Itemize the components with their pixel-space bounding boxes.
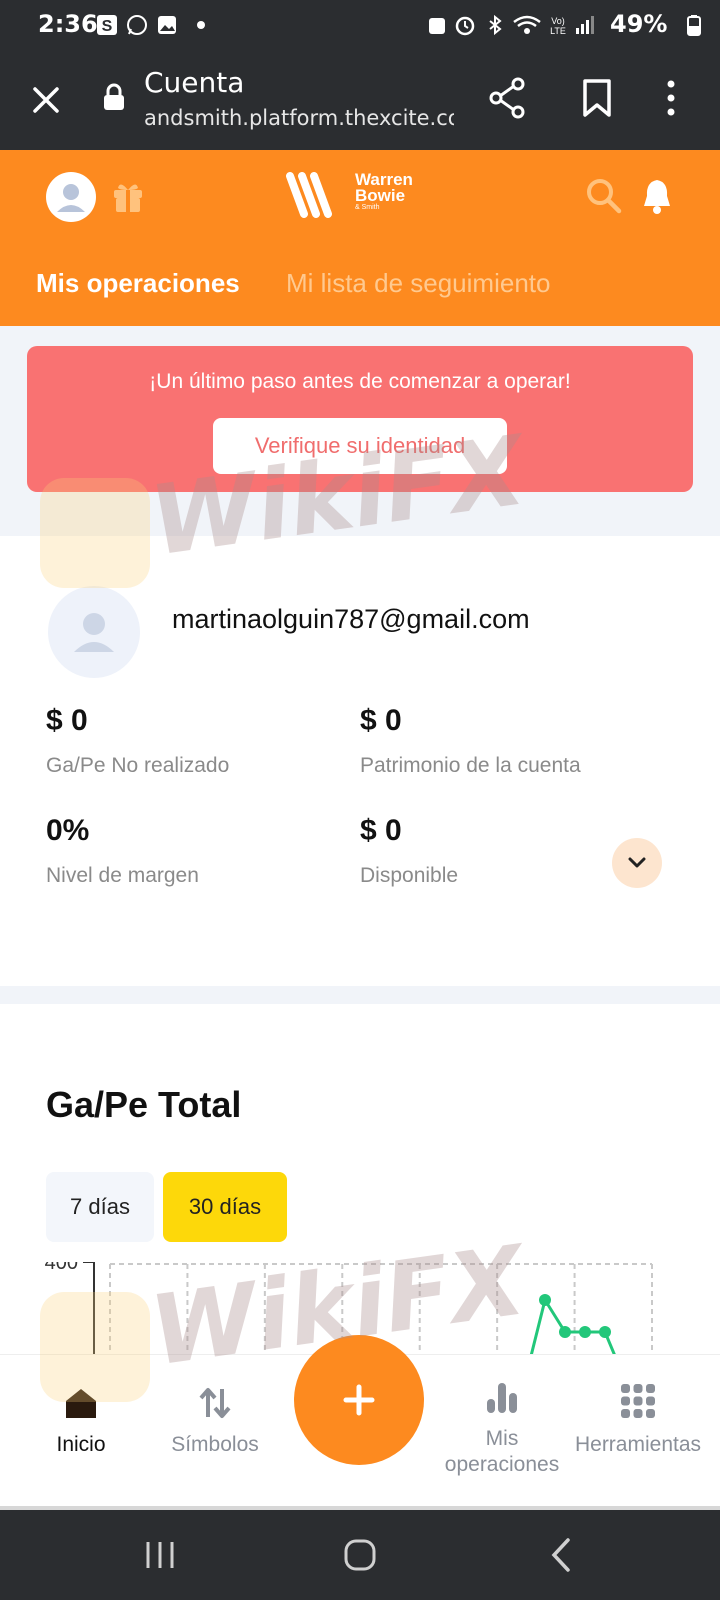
user-icon (74, 613, 114, 652)
search-icon[interactable] (584, 176, 624, 216)
gallery-icon (158, 16, 176, 34)
range-30-days-button[interactable]: 30 días (163, 1172, 287, 1242)
tab-mis-operaciones[interactable]: Mis operaciones (36, 268, 240, 299)
brand-line2: Bowie (355, 186, 406, 205)
section-divider (0, 986, 720, 1004)
svg-text:S: S (102, 18, 113, 35)
notification-bell-icon[interactable] (640, 176, 674, 216)
range-7-days-button[interactable]: 7 días (46, 1172, 154, 1242)
verification-banner: ¡Un último paso antes de comenzar a oper… (27, 346, 693, 492)
share-icon[interactable] (488, 76, 528, 120)
alarm-icon (455, 16, 475, 36)
verify-identity-button[interactable]: Verifique su identidad (213, 418, 507, 474)
volte-icon: Vo)LTE (550, 16, 566, 36)
y-tick-label-400: 400 (45, 1262, 78, 1274)
svg-text:LTE: LTE (550, 26, 566, 36)
recent-apps-icon[interactable] (130, 1530, 190, 1580)
nav-label-inicio: Inicio (56, 1433, 106, 1456)
nav-item-simbolos[interactable]: Símbolos (160, 1355, 270, 1507)
nav-item-herramientas[interactable]: Herramientas (564, 1355, 712, 1507)
svg-text:Vo): Vo) (551, 16, 565, 26)
brand-logo-icon (286, 172, 332, 218)
home-icon (66, 1389, 96, 1418)
browser-toolbar: Cuenta andsmith.platform.thexcite.com (0, 50, 720, 150)
margin-level-label: Nivel de margen (46, 864, 199, 887)
page-title: Cuenta (144, 66, 245, 99)
gift-icon[interactable] (110, 178, 146, 214)
back-icon[interactable] (532, 1530, 592, 1580)
pnl-data-point (539, 1294, 551, 1306)
app-s-icon: S (97, 15, 117, 35)
close-icon[interactable] (28, 82, 64, 118)
pnl-chart-section: Ga/Pe Total 7 días 30 días 400 (0, 1004, 720, 1354)
equity-value: $ 0 (360, 704, 402, 737)
nav-label-mis: Mis (485, 1427, 519, 1450)
nav-item-mis-operaciones[interactable]: Mis operaciones (432, 1355, 572, 1507)
more-options-icon[interactable] (664, 78, 678, 118)
system-navigation-bar (0, 1510, 720, 1600)
pnl-data-point (559, 1326, 571, 1338)
user-icon (57, 184, 85, 212)
available-label: Disponible (360, 864, 459, 887)
banner-message: ¡Un último paso antes de comenzar a oper… (149, 370, 571, 393)
unrealized-pnl-label: Ga/Pe No realizado (46, 754, 230, 777)
pnl-title: Ga/Pe Total (46, 1084, 242, 1125)
status-bar: 2:36 S Vo) LTE 49% (0, 0, 720, 50)
vpn-lock-icon (429, 18, 445, 34)
battery-icon (687, 15, 701, 36)
margin-level-value: 0% (46, 814, 90, 847)
nav-label-herramientas: Herramientas (574, 1433, 702, 1456)
status-time: 2:36 (38, 10, 98, 38)
unrealized-pnl-value: $ 0 (46, 704, 88, 737)
nav-label-operaciones: operaciones (444, 1453, 560, 1476)
plus-icon (343, 1384, 375, 1416)
home-button-icon[interactable] (330, 1530, 390, 1580)
pnl-data-point (579, 1326, 591, 1338)
account-summary-card: martinaolguin787@gmail.com $ 0 Ga/Pe No … (0, 536, 720, 986)
bottom-navigation: Inicio Símbolos Mis operaciones Herramie… (0, 1335, 720, 1507)
lock-icon (104, 83, 124, 110)
expand-stats-button[interactable] (612, 838, 662, 888)
bar-chart-icon (487, 1383, 517, 1413)
signal-icon (576, 16, 594, 34)
account-avatar (48, 586, 140, 678)
chevron-down-icon (628, 857, 646, 868)
account-email: martinaolguin787@gmail.com (172, 604, 530, 634)
nav-item-inicio[interactable]: Inicio (26, 1355, 136, 1507)
profile-avatar-button[interactable] (46, 172, 96, 222)
brand-name: Warren Bowie & Smith (355, 171, 413, 212)
bluetooth-icon (489, 14, 502, 36)
grid-icon (621, 1384, 655, 1418)
dot-icon (197, 21, 205, 29)
battery-percent: 49% (610, 10, 668, 38)
whatsapp-icon (127, 15, 147, 35)
wifi-icon (513, 15, 541, 34)
bookmark-icon[interactable] (580, 78, 614, 118)
equity-label: Patrimonio de la cuenta (360, 754, 581, 777)
url-text[interactable]: andsmith.platform.thexcite.com (144, 106, 454, 130)
available-value: $ 0 (360, 814, 402, 847)
pnl-data-point (599, 1326, 611, 1338)
brand-line3: & Smith (355, 204, 380, 211)
new-trade-fab-button[interactable] (294, 1335, 424, 1465)
tab-lista-seguimiento[interactable]: Mi lista de seguimiento (286, 268, 550, 299)
nav-label-simbolos: Símbolos (171, 1433, 259, 1456)
app-header: Warren Bowie & Smith Mis operaciones Mi … (0, 150, 720, 326)
swap-arrows-icon (199, 1388, 231, 1418)
